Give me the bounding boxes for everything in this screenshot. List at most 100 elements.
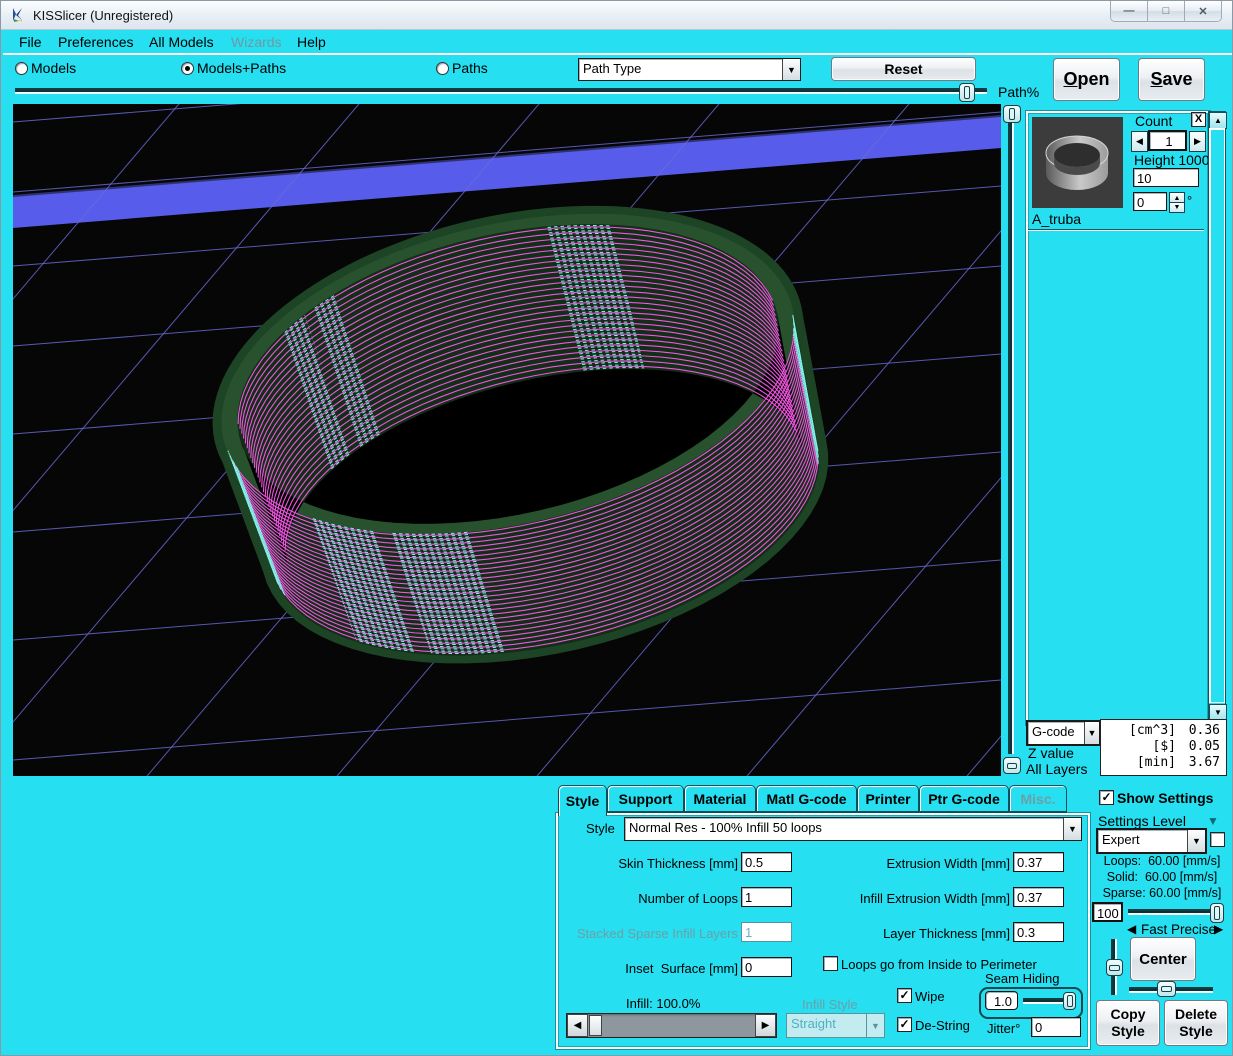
seam-hiding-label: Seam Hiding [985, 971, 1059, 986]
settings-level-value: Expert [1098, 830, 1187, 852]
window-title: KISSlicer (Unregistered) [33, 8, 173, 23]
rotation-input[interactable]: 0 [1133, 192, 1167, 211]
settings-level-triangle-icon[interactable]: ▼ [1207, 814, 1219, 828]
infill-style-label: Infill Style [802, 997, 858, 1012]
rotation-down-icon[interactable]: ▼ [1169, 202, 1185, 213]
chevron-down-icon[interactable]: ▼ [1084, 722, 1099, 744]
tab-ptr-gcode[interactable]: Ptr G-code [919, 785, 1009, 813]
infill-extrusion-width-label: Infill Extrusion Width [mm] [741, 891, 1010, 906]
skin-thickness-label: Skin Thickness [mm] [556, 856, 738, 871]
tab-support[interactable]: Support [607, 785, 684, 813]
count-label: Count [1135, 113, 1172, 129]
app-icon [10, 6, 27, 23]
count-decrement-icon[interactable]: ◀ [1131, 131, 1148, 152]
destring-checkbox[interactable]: ✓ [897, 1017, 912, 1032]
seam-hiding-value[interactable]: 1.0 [985, 991, 1018, 1010]
menu-preferences[interactable]: Preferences [58, 34, 133, 50]
model-scrollbar-thumb[interactable] [1209, 128, 1225, 703]
infill-style-value: Straight [787, 1014, 866, 1037]
speed-slider-thumb[interactable] [1210, 903, 1224, 923]
infill-scrollbar-thumb[interactable] [589, 1015, 602, 1036]
infill-extrusion-width-input[interactable]: 0.37 [1013, 887, 1064, 907]
3d-viewport[interactable] [13, 104, 1001, 776]
stat-time: [min]3.67 [1107, 755, 1220, 771]
style-select-value: Normal Res - 100% Infill 50 loops [625, 818, 1063, 840]
tab-material[interactable]: Material [684, 785, 756, 813]
minimize-button-icon[interactable]: — [1111, 1, 1148, 21]
number-of-loops-label: Number of Loops [556, 891, 738, 906]
horizontal-position-slider-thumb[interactable] [1157, 981, 1176, 997]
height-input[interactable]: 10 [1133, 168, 1199, 187]
infill-scroll-right-icon[interactable]: ▶ [755, 1014, 776, 1037]
inset-surface-input[interactable]: 0 [741, 957, 792, 977]
model-name: A_truba [1032, 211, 1081, 227]
fast-arrow-icon[interactable]: ◀ [1127, 922, 1136, 936]
reset-button[interactable]: Reset [831, 57, 976, 81]
radio-paths[interactable] [436, 62, 449, 75]
sparse-speed: Sparse: 60.00 [mm/s] [1094, 886, 1230, 900]
count-increment-icon[interactable]: ▶ [1189, 131, 1206, 152]
radio-models-paths[interactable] [181, 62, 194, 75]
infill-scrollbar[interactable]: ◀ ▶ [566, 1013, 777, 1038]
z-slider-thumb[interactable] [1003, 105, 1021, 123]
tab-style[interactable]: Style [558, 785, 607, 816]
style-select-label: Style [586, 821, 615, 836]
count-input[interactable]: 1 [1148, 130, 1187, 151]
vertical-position-slider-thumb[interactable] [1106, 959, 1123, 976]
height-label: Height 1000 [1134, 152, 1210, 168]
z-value-label: Z value [1028, 745, 1074, 761]
save-button[interactable]: Save [1138, 58, 1205, 101]
tab-printer[interactable]: Printer [857, 785, 919, 813]
path-percent-slider[interactable] [15, 88, 987, 94]
infill-scroll-left-icon[interactable]: ◀ [567, 1014, 588, 1037]
style-select[interactable]: Normal Res - 100% Infill 50 loops ▼ [624, 817, 1082, 841]
stat-volume: [cm^3]0.36 [1107, 723, 1220, 739]
open-button[interactable]: Open [1053, 58, 1120, 101]
path-percent-slider-thumb[interactable] [959, 83, 975, 102]
gcode-select-value: G-code [1028, 722, 1084, 744]
scroll-up-icon[interactable]: ▲ [1209, 112, 1227, 129]
chevron-down-icon[interactable]: ▼ [1063, 818, 1081, 840]
menu-file[interactable]: File [19, 34, 42, 50]
radio-models-label: Models [31, 60, 76, 76]
loops-inside-checkbox[interactable] [823, 956, 838, 971]
menubar: File Preferences All Models Wizards Help [3, 31, 1232, 55]
delete-model-button[interactable]: X [1191, 112, 1206, 127]
all-layers-indicator[interactable] [1003, 757, 1021, 774]
tab-matl-gcode[interactable]: Matl G-code [756, 785, 857, 813]
precise-arrow-icon[interactable]: ▶ [1214, 922, 1223, 936]
maximize-button-icon[interactable]: □ [1148, 1, 1185, 21]
settings-level-select[interactable]: Expert ▼ [1096, 828, 1207, 854]
menu-help[interactable]: Help [297, 34, 326, 50]
menu-all-models[interactable]: All Models [149, 34, 214, 50]
chevron-down-icon[interactable]: ▼ [782, 59, 800, 80]
layer-thickness-input[interactable]: 0.3 [1013, 922, 1064, 942]
chevron-down-icon[interactable]: ▼ [1187, 830, 1205, 852]
radio-models-paths-label: Models+Paths [197, 60, 286, 76]
z-slider[interactable] [1008, 106, 1014, 754]
model-thumbnail[interactable] [1032, 117, 1123, 208]
wipe-checkbox[interactable]: ✓ [897, 988, 912, 1003]
chevron-down-icon: ▼ [866, 1014, 884, 1037]
copy-style-button[interactable]: CopyStyle [1096, 1000, 1160, 1046]
path-type-select[interactable]: Path Type ▼ [578, 58, 801, 81]
seam-hiding-slider-thumb[interactable] [1063, 992, 1076, 1010]
jitter-label: Jitter° [987, 1021, 1020, 1036]
gcode-select[interactable]: G-code ▼ [1026, 720, 1101, 746]
show-settings-checkbox[interactable]: ✓ [1099, 790, 1114, 805]
settings-extra-checkbox[interactable] [1210, 832, 1225, 847]
layer-thickness-label: Layer Thickness [mm] [741, 926, 1010, 941]
stacked-sparse-infill-label: Stacked Sparse Infill Layers [556, 926, 738, 941]
radio-models[interactable] [15, 62, 28, 75]
delete-style-button[interactable]: DeleteStyle [1164, 1000, 1228, 1046]
jitter-input[interactable]: 0 [1031, 1017, 1081, 1037]
close-button-icon[interactable]: ✕ [1185, 1, 1221, 21]
window-controls: — □ ✕ [1110, 1, 1222, 22]
infill-style-select: Straight ▼ [786, 1013, 885, 1038]
center-button[interactable]: Center [1130, 937, 1196, 981]
print-stats: [cm^3]0.36 [$]0.05 [min]3.67 [1100, 719, 1227, 776]
extrusion-width-label: Extrusion Width [mm] [741, 856, 1010, 871]
extrusion-width-input[interactable]: 0.37 [1013, 852, 1064, 872]
speed-value[interactable]: 100 [1092, 902, 1123, 922]
wipe-label: Wipe [915, 989, 945, 1004]
